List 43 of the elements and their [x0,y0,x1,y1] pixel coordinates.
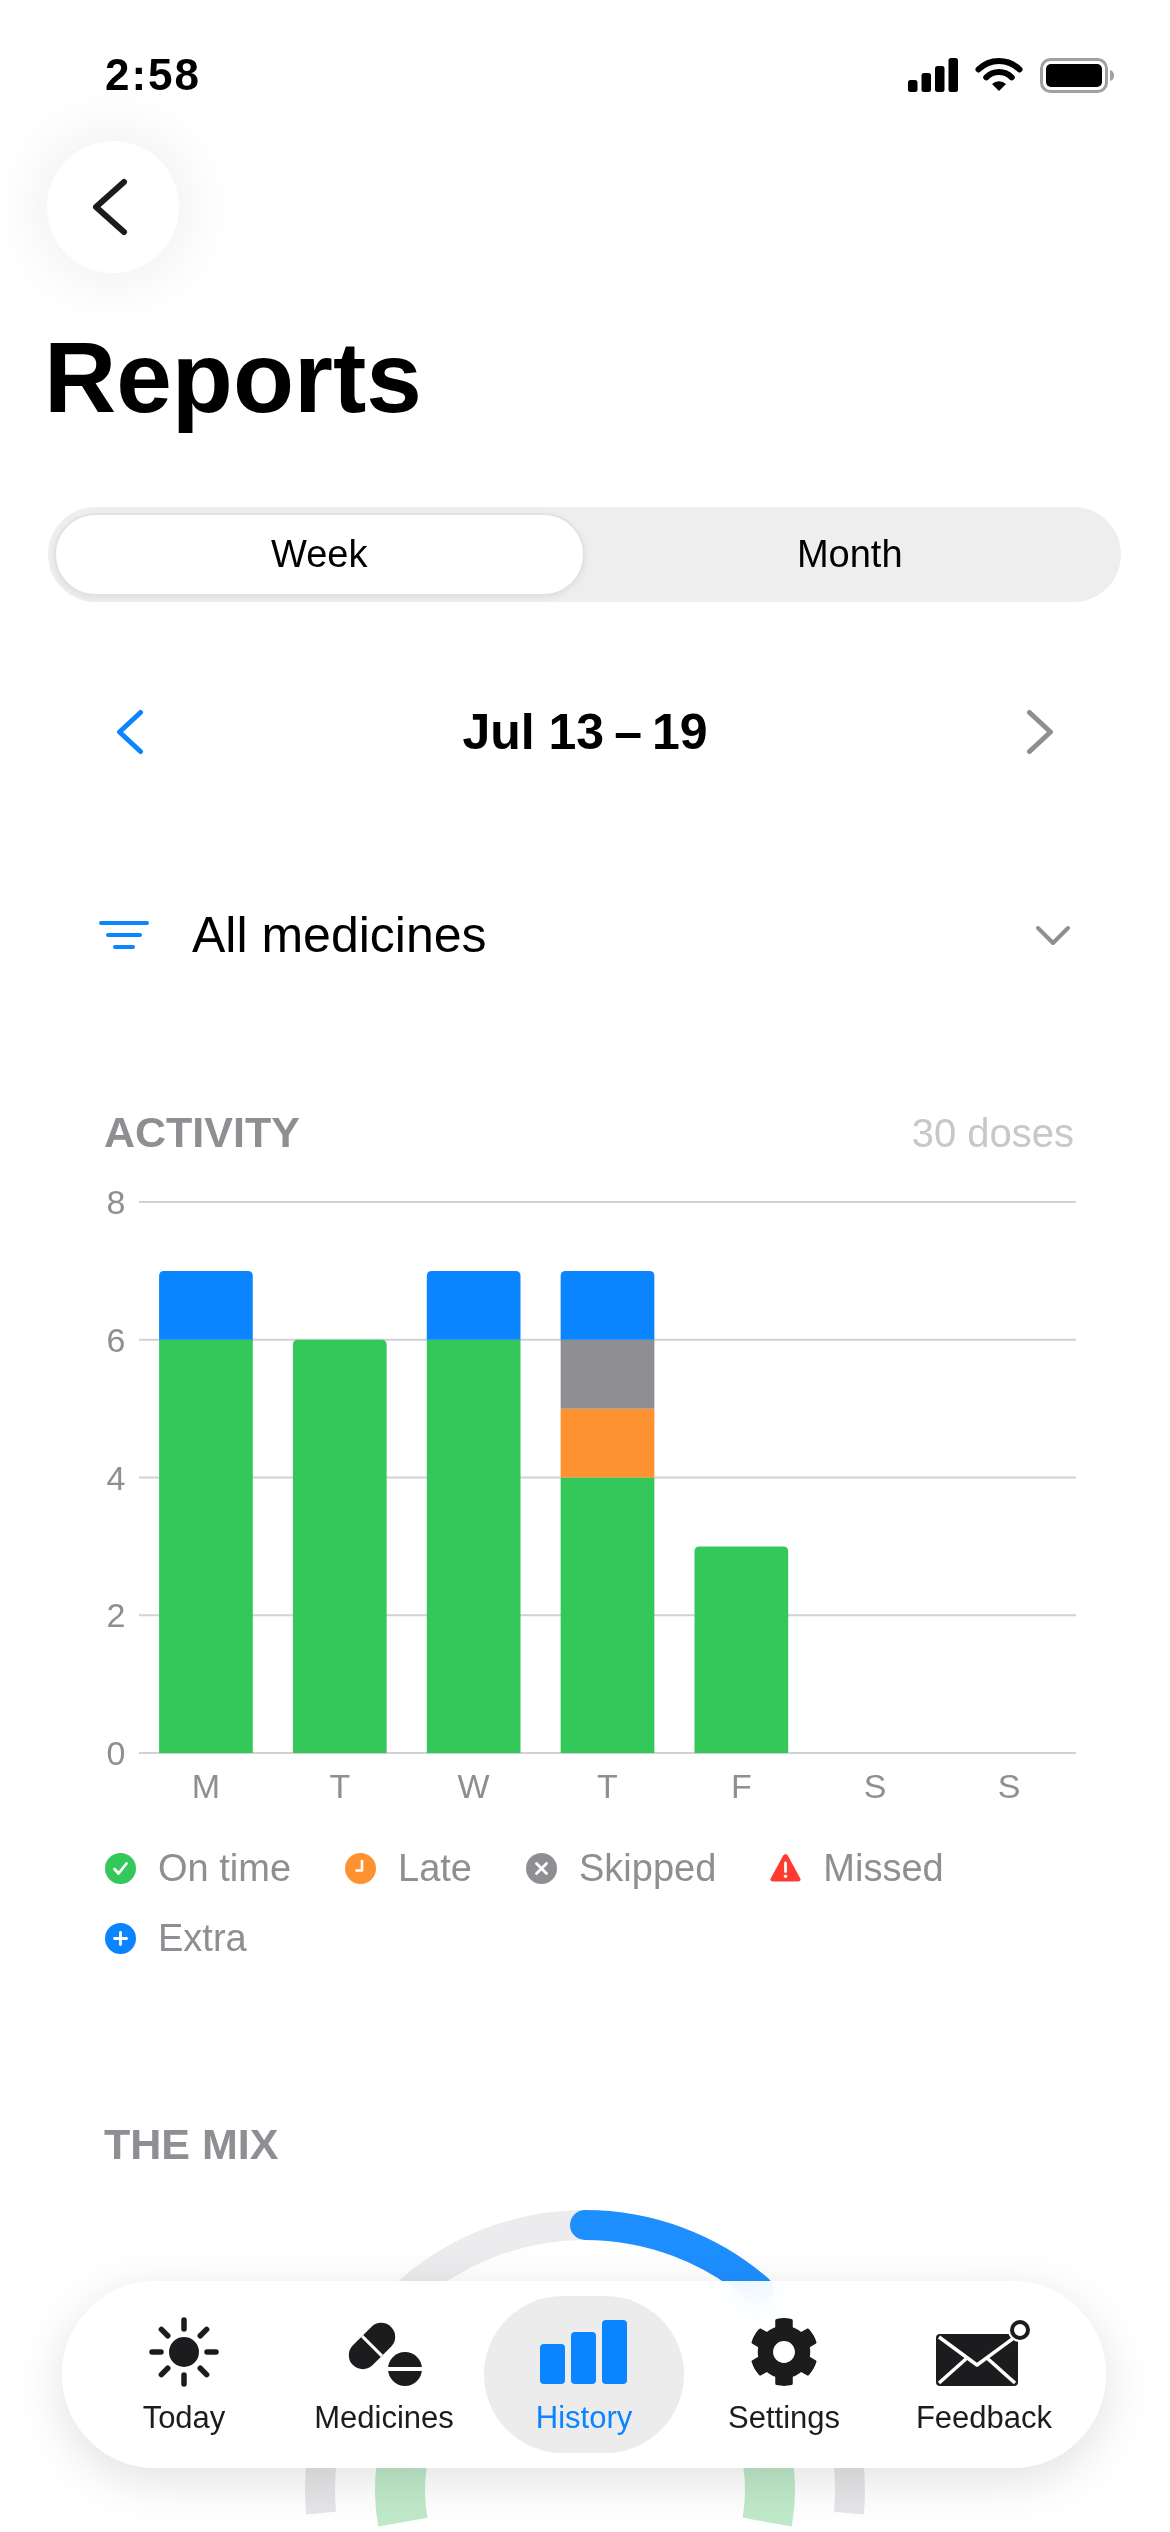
y-axis-label: 6 [106,1320,126,1359]
filter-icon [99,920,149,950]
sun-icon [148,2316,220,2388]
tab-bar-item[interactable]: Today [84,2296,284,2453]
medicine-filter-value[interactable]: All medicines [192,906,487,964]
signal-icon [908,58,958,92]
x-axis-label: W [457,1767,490,1805]
segment-tab[interactable]: Week [54,513,585,596]
page-title: Reports [44,320,422,434]
y-axis-label: 8 [106,1183,126,1221]
x-axis-label: T [329,1767,351,1805]
section-title: ACTIVITY [104,1107,300,1157]
legend-label: On time [158,1846,292,1890]
battery-icon [1040,57,1114,93]
dose-count: 30 doses [911,1110,1074,1157]
envelope-badge-icon [936,2318,1032,2386]
ring-track [305,2465,336,2515]
tab-bar-item[interactable]: Medicines [284,2296,484,2453]
ring-track [834,2465,865,2515]
legend-label: Skipped [579,1846,717,1890]
tab-bar-item[interactable]: Settings [684,2296,884,2453]
status-time: 2:58 [105,54,202,96]
settings-icon [749,2317,819,2387]
wifi-icon [974,57,1024,93]
x-axis-label: S [863,1767,887,1805]
x-axis-label: T [597,1767,618,1805]
chevron-down-icon[interactable] [1035,924,1071,946]
y-axis-label: 2 [106,1596,126,1635]
x-axis-label: S [997,1767,1021,1805]
date-range-label: Jul 13 – 19 [462,703,708,761]
legend-label: Late [398,1846,472,1890]
tab-bar-item[interactable]: Feedback [884,2296,1084,2453]
y-axis-label: 4 [106,1458,126,1497]
y-axis-label: 0 [106,1734,126,1772]
legend-label: Extra [158,1916,247,1960]
section-title: THE MIX [104,2119,279,2169]
legend-label: Missed [823,1846,944,1890]
back-icon [92,178,128,236]
chevron-left-icon[interactable] [116,709,144,755]
x-axis-label: M [191,1767,221,1805]
segment-tab[interactable]: Month [584,513,1115,596]
bar-chart-icon [540,2320,628,2384]
x-axis-label: F [730,1767,752,1805]
